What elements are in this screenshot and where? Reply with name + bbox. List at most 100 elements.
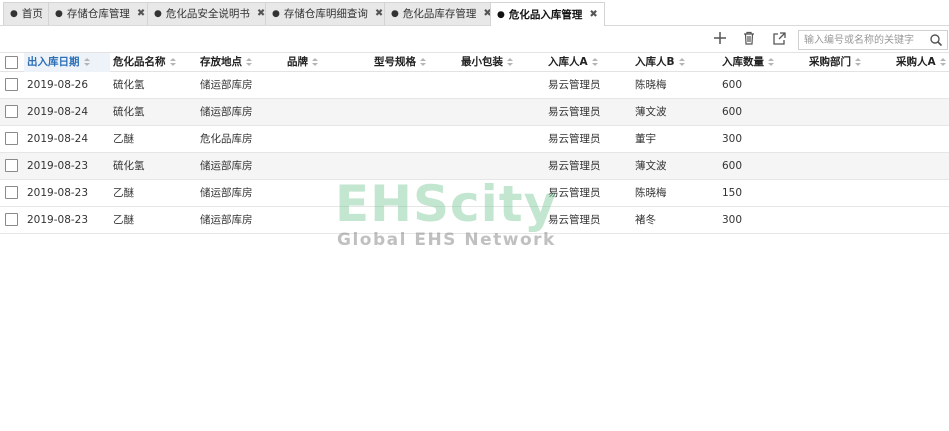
cell-name: 乙醚 (113, 133, 134, 145)
search-box (798, 30, 948, 50)
column-header-person-a[interactable]: 入库人A (548, 53, 598, 72)
column-header-model[interactable]: 型号规格 (374, 53, 426, 72)
cell-qty: 300 (722, 133, 743, 145)
search-icon[interactable] (929, 33, 943, 47)
sort-icon[interactable] (507, 58, 513, 67)
cell-qty: 300 (722, 214, 743, 226)
table-header: 出入库日期 危化品名称 存放地点 品牌 型号规格 最小包装 入库人A 入库人B … (0, 52, 949, 72)
column-header-name[interactable]: 危化品名称 (113, 53, 176, 72)
tab-dot-icon: ● (10, 9, 18, 19)
tab-msds[interactable]: ● 危化品安全说明书 ✖ (147, 2, 273, 25)
cell-date: 2019-08-23 (27, 160, 89, 172)
export-icon[interactable] (770, 29, 788, 47)
sort-icon[interactable] (939, 58, 946, 67)
sort-icon[interactable] (768, 58, 774, 67)
cell-date: 2019-08-24 (27, 106, 89, 118)
cell-person-b: 褚冬 (635, 214, 656, 226)
cell-date: 2019-08-23 (27, 214, 89, 226)
tab-label: 存储仓库管理 (66, 8, 130, 20)
sort-icon[interactable] (246, 58, 252, 67)
cell-date: 2019-08-24 (27, 133, 89, 145)
tab-storage-warehouse[interactable]: ● 存储仓库管理 ✖ (48, 2, 153, 25)
row-checkbox[interactable] (5, 213, 18, 226)
sort-icon[interactable] (420, 58, 426, 67)
cell-name: 乙醚 (113, 187, 134, 199)
close-icon[interactable]: ✖ (257, 3, 265, 25)
cell-name: 硫化氢 (113, 106, 145, 118)
sort-icon[interactable] (591, 58, 598, 67)
toolbar (0, 27, 949, 51)
tab-warehouse-detail[interactable]: ● 存储仓库明细查询 ✖ (265, 2, 391, 25)
cell-name: 硫化氢 (113, 160, 145, 172)
tab-inventory[interactable]: ● 危化品库存管理 ✖ (384, 2, 499, 25)
table-row[interactable]: 2019-08-24 乙醚 危化品库房 易云管理员 董宇 300 (0, 126, 949, 153)
trash-icon[interactable] (740, 29, 758, 47)
cell-person-b: 薄文波 (635, 160, 667, 172)
tab-dot-icon: ● (497, 9, 505, 20)
table-row[interactable]: 2019-08-23 乙醚 储运部库房 易云管理员 陈晓梅 150 (0, 180, 949, 207)
select-all-checkbox[interactable] (5, 56, 18, 69)
plus-icon[interactable] (711, 29, 729, 47)
sort-icon[interactable] (855, 58, 861, 67)
tab-label: 危化品安全说明书 (165, 8, 250, 20)
sort-icon[interactable] (83, 58, 90, 67)
column-header-buyer[interactable]: 采购人A (896, 53, 949, 72)
cell-person-a: 易云管理员 (548, 187, 601, 199)
row-checkbox[interactable] (5, 132, 18, 145)
row-checkbox[interactable] (5, 186, 18, 199)
column-header-dept[interactable]: 采购部门 (809, 53, 861, 72)
column-header-qty[interactable]: 入库数量 (722, 53, 774, 72)
cell-person-b: 薄文波 (635, 106, 667, 118)
cell-date: 2019-08-26 (27, 79, 89, 91)
cell-qty: 600 (722, 106, 743, 118)
close-icon[interactable]: ✖ (137, 3, 145, 25)
table-row[interactable]: 2019-08-23 硫化氢 储运部库房 易云管理员 薄文波 600 (0, 153, 949, 180)
cell-location: 储运部库房 (200, 106, 253, 118)
cell-qty: 150 (722, 187, 743, 199)
table-row[interactable]: 2019-08-24 硫化氢 储运部库房 易云管理员 薄文波 600 (0, 99, 949, 126)
table-row[interactable]: 2019-08-23 乙醚 储运部库房 易云管理员 褚冬 300 (0, 207, 949, 234)
table-row[interactable]: 2019-08-26 硫化氢 储运部库房 易云管理员 陈晓梅 600 (0, 72, 949, 99)
tab-dot-icon: ● (272, 9, 280, 19)
cell-name: 硫化氢 (113, 79, 145, 91)
sort-icon[interactable] (678, 58, 685, 67)
column-header-brand[interactable]: 品牌 (287, 53, 318, 72)
cell-person-a: 易云管理员 (548, 79, 601, 91)
column-header-location[interactable]: 存放地点 (200, 53, 252, 72)
tab-home[interactable]: ● 首页 (3, 2, 50, 25)
tab-bar: ● 首页 ● 存储仓库管理 ✖ ● 危化品安全说明书 ✖ ● 存储仓库明细查询 ✖ ● 危化品库… (0, 0, 949, 26)
tab-label: 存储仓库明细查询 (283, 8, 368, 20)
cell-person-b: 董宇 (635, 133, 656, 145)
tab-label: 首页 (21, 8, 43, 20)
cell-date: 2019-08-23 (27, 187, 89, 199)
cell-qty: 600 (722, 79, 743, 91)
cell-person-a: 易云管理员 (548, 133, 601, 145)
tab-dot-icon: ● (55, 9, 63, 19)
sort-icon[interactable] (312, 58, 318, 67)
cell-location: 储运部库房 (200, 160, 253, 172)
column-header-package[interactable]: 最小包装 (461, 53, 513, 72)
tab-dot-icon: ● (391, 9, 399, 19)
tab-label: 危化品入库管理 (508, 8, 583, 21)
tab-label: 危化品库存管理 (402, 8, 477, 20)
cell-person-b: 陈晓梅 (635, 79, 667, 91)
row-checkbox[interactable] (5, 78, 18, 91)
cell-location: 储运部库房 (200, 187, 253, 199)
column-header-person-b[interactable]: 入库人B (635, 53, 685, 72)
row-checkbox[interactable] (5, 105, 18, 118)
column-header-date[interactable]: 出入库日期 (24, 53, 110, 72)
cell-location: 危化品库房 (200, 133, 253, 145)
cell-person-a: 易云管理员 (548, 214, 601, 226)
cell-person-a: 易云管理员 (548, 160, 601, 172)
cell-person-a: 易云管理员 (548, 106, 601, 118)
search-input[interactable] (799, 31, 925, 49)
tab-dot-icon: ● (154, 9, 162, 19)
row-checkbox[interactable] (5, 159, 18, 172)
sort-icon[interactable] (169, 58, 176, 67)
close-icon[interactable]: ✖ (589, 4, 597, 26)
cell-location: 储运部库房 (200, 214, 253, 226)
cell-location: 储运部库房 (200, 79, 253, 91)
cell-name: 乙醚 (113, 214, 134, 226)
close-icon[interactable]: ✖ (375, 3, 383, 25)
tab-inbound[interactable]: ● 危化品入库管理 ✖ (490, 2, 605, 26)
